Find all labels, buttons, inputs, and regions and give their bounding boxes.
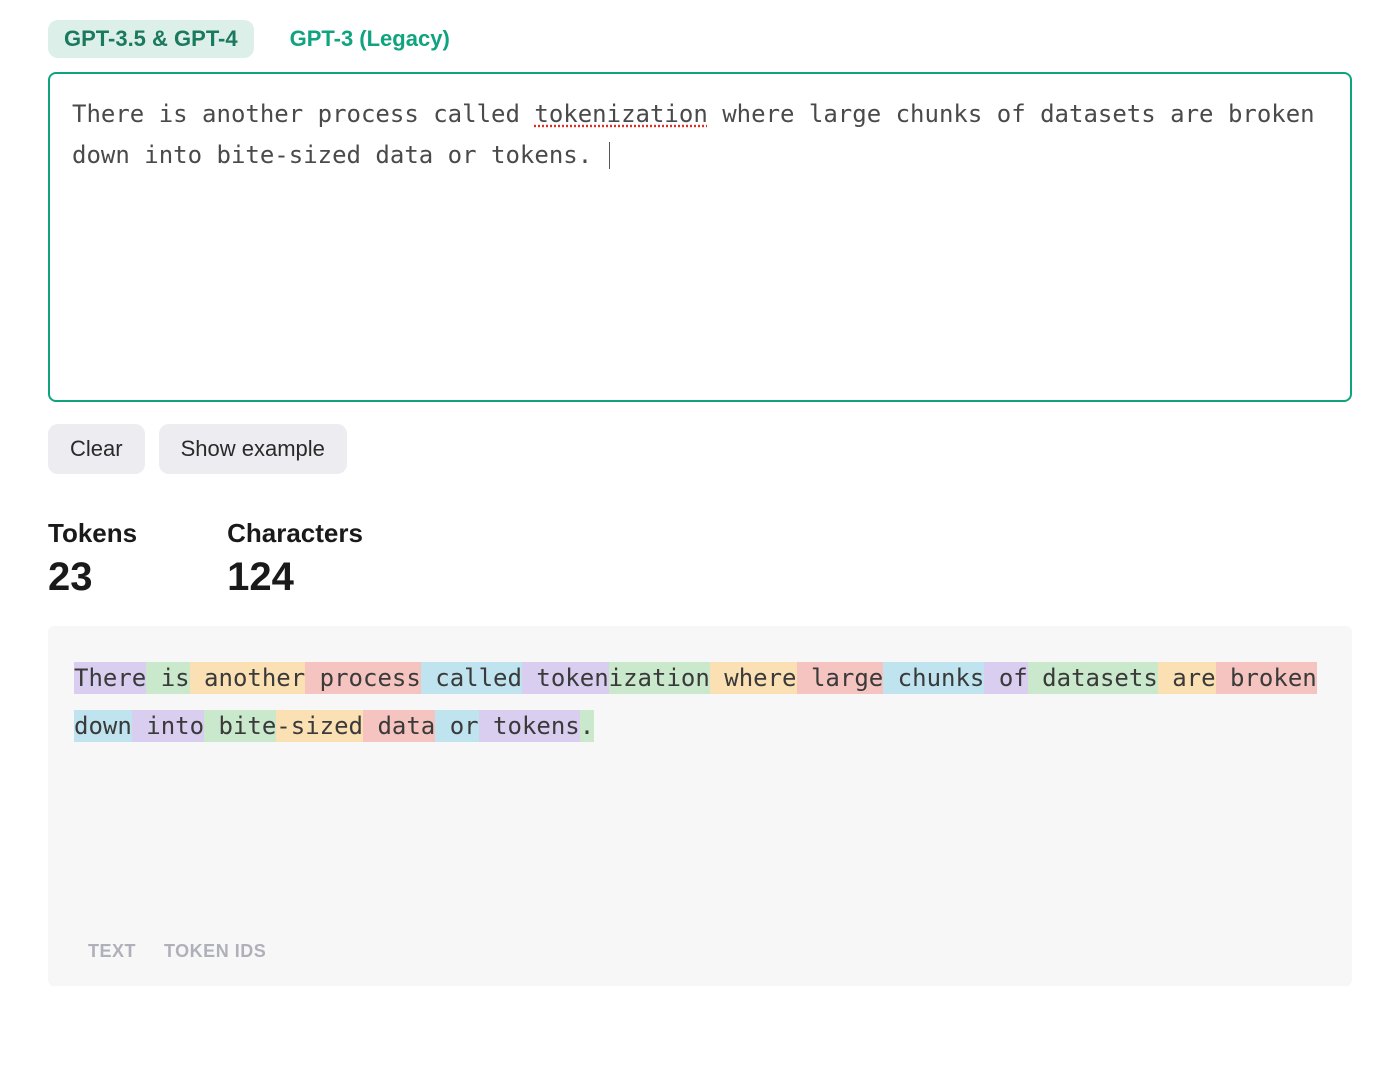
stat-tokens: Tokens 23: [48, 518, 137, 600]
tab-token-ids[interactable]: TOKEN IDS: [164, 941, 266, 962]
tab-gpt35-gpt4[interactable]: GPT-3.5 & GPT-4: [48, 20, 254, 58]
token-span: data: [363, 710, 435, 742]
output-mode-tabs: TEXT TOKEN IDS: [74, 941, 1326, 962]
characters-label: Characters: [227, 518, 363, 549]
token-span: bite: [204, 710, 276, 742]
token-span: down: [74, 710, 132, 742]
token-output-panel: There is another process called tokeniza…: [48, 626, 1352, 986]
clear-button[interactable]: Clear: [48, 424, 145, 474]
tab-gpt3-legacy[interactable]: GPT-3 (Legacy): [274, 20, 466, 58]
token-span: called: [421, 662, 522, 694]
tokens-value: 23: [48, 555, 137, 600]
tokens-label: Tokens: [48, 518, 137, 549]
token-span: .: [580, 710, 594, 742]
tokenizer-input[interactable]: There is another process called tokeniza…: [48, 72, 1352, 402]
token-span: another: [190, 662, 306, 694]
tab-text[interactable]: TEXT: [88, 941, 136, 962]
token-span: -sized: [276, 710, 363, 742]
model-tabs: GPT-3.5 & GPT-4 GPT-3 (Legacy): [48, 20, 1352, 58]
token-span: token: [522, 662, 609, 694]
token-span: is: [146, 662, 189, 694]
input-text-before: There is another process called: [72, 100, 534, 128]
token-span: tokens: [479, 710, 580, 742]
token-span: into: [132, 710, 204, 742]
token-span: of: [984, 662, 1027, 694]
token-span: chunks: [883, 662, 984, 694]
token-span: are: [1158, 662, 1216, 694]
token-span: where: [710, 662, 797, 694]
token-span: process: [305, 662, 421, 694]
text-cursor: [609, 142, 610, 168]
token-span: There: [74, 662, 146, 694]
token-span: datasets: [1028, 662, 1158, 694]
characters-value: 124: [227, 555, 363, 600]
stats-row: Tokens 23 Characters 124: [48, 518, 1352, 600]
show-example-button[interactable]: Show example: [159, 424, 347, 474]
token-span: ization: [609, 662, 710, 694]
tokenized-text: There is another process called tokeniza…: [74, 654, 1326, 921]
stat-characters: Characters 124: [227, 518, 363, 600]
token-span: or: [435, 710, 478, 742]
token-span: large: [797, 662, 884, 694]
input-spellcheck-word: tokenization: [534, 100, 707, 128]
action-buttons: Clear Show example: [48, 424, 1352, 474]
token-span: broken: [1216, 662, 1317, 694]
